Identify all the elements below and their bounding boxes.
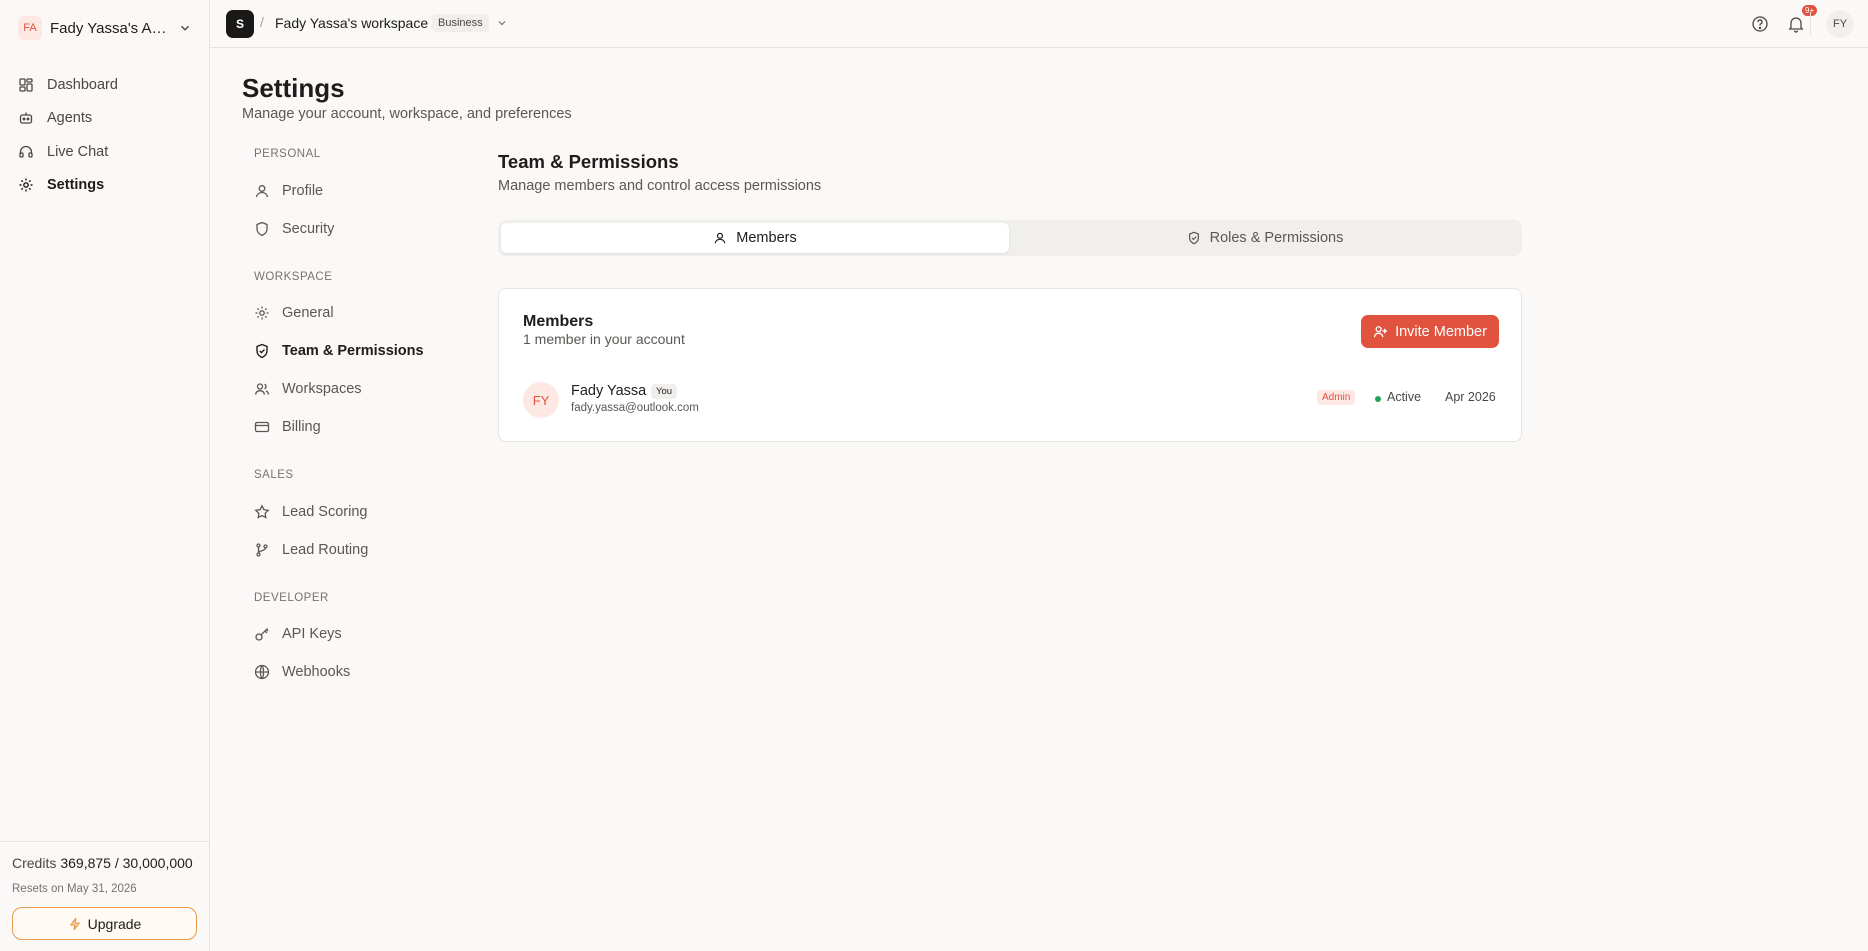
- nav-item-dashboard[interactable]: Dashboard: [12, 68, 198, 102]
- settings-nav-team-permissions[interactable]: Team & Permissions: [254, 339, 444, 363]
- settings-nav-heading-sales: SALES: [254, 469, 294, 481]
- workspace-name[interactable]: Fady Yassa's workspace: [275, 15, 428, 31]
- tab-label: Roles & Permissions: [1209, 230, 1344, 246]
- credits-reset-date: Resets on May 31, 2026: [12, 883, 137, 895]
- settings-nav-heading-workspace: WORKSPACE: [254, 271, 333, 283]
- member-email: fady.yassa@outlook.com: [571, 402, 699, 414]
- user-icon: [255, 185, 269, 198]
- settings-nav-billing[interactable]: Billing: [254, 415, 444, 439]
- nav-item-live-chat[interactable]: Live Chat: [12, 135, 198, 169]
- section-title: Team & Permissions: [498, 151, 679, 172]
- settings-nav-label: Team & Permissions: [282, 343, 424, 359]
- member-joined-date: Apr 2026: [1445, 390, 1496, 404]
- tab-roles-permissions[interactable]: Roles & Permissions: [1011, 223, 1519, 253]
- members-card: Members 1 member in your account Invite …: [498, 288, 1522, 442]
- settings-nav-label: Security: [282, 221, 335, 237]
- user-plus-icon: [1373, 326, 1388, 338]
- member-name: Fady Yassa: [571, 383, 647, 399]
- settings-nav-label: Lead Routing: [282, 542, 369, 558]
- settings-nav-label: Billing: [282, 419, 321, 435]
- status-badge: Active: [1387, 390, 1422, 404]
- nav-item-label: Live Chat: [47, 143, 109, 160]
- account-avatar: FA: [18, 16, 42, 40]
- key-icon: [255, 628, 269, 641]
- chevron-down-icon[interactable]: [496, 17, 508, 29]
- breadcrumb-separator: /: [260, 14, 264, 30]
- credit-card-icon: [254, 421, 270, 433]
- you-badge: You: [651, 384, 678, 399]
- shield-icon: [256, 221, 268, 237]
- globe-icon: [254, 664, 270, 680]
- role-badge: Admin: [1317, 390, 1356, 405]
- user-icon: [714, 232, 726, 244]
- main-nav: Dashboard Agents Live Chat Settings: [12, 68, 198, 202]
- account-switcher[interactable]: FA Fady Yassa's Acco...: [18, 15, 194, 41]
- gear-icon: [255, 306, 269, 320]
- credits-value: 369,875 / 30,000,000: [60, 855, 193, 871]
- page-title: Settings: [242, 73, 345, 103]
- member-row[interactable]: FY Fady Yassa You fady.yassa@outlook.com…: [523, 381, 1499, 419]
- topbar-divider: [1810, 12, 1811, 36]
- settings-nav-general[interactable]: General: [254, 301, 444, 325]
- workspace-logo[interactable]: S: [226, 10, 254, 38]
- upgrade-button[interactable]: Upgrade: [12, 907, 197, 940]
- dashboard-icon: [19, 78, 33, 92]
- headset-icon: [19, 145, 33, 158]
- lightning-icon: [69, 917, 80, 930]
- shield-check-icon: [1188, 231, 1199, 245]
- invite-member-label: Invite Member: [1395, 323, 1487, 340]
- settings-nav-label: Workspaces: [282, 381, 362, 397]
- avatar: FY: [523, 382, 559, 418]
- settings-nav-security[interactable]: Security: [254, 217, 444, 241]
- status-dot: [1375, 396, 1381, 402]
- git-branch-icon: [256, 543, 268, 557]
- shield-check-icon: [256, 343, 268, 359]
- settings-nav-label: Lead Scoring: [282, 504, 368, 520]
- settings-nav-profile[interactable]: Profile: [254, 179, 444, 203]
- settings-nav-workspaces[interactable]: Workspaces: [254, 377, 444, 401]
- page-subtitle: Manage your account, workspace, and pref…: [242, 106, 572, 122]
- account-name: Fady Yassa's Acco...: [50, 19, 174, 37]
- section-subtitle: Manage members and control access permis…: [498, 178, 822, 194]
- settings-nav-webhooks[interactable]: Webhooks: [254, 660, 444, 684]
- tab-members[interactable]: Members: [501, 223, 1009, 253]
- user-avatar[interactable]: FY: [1826, 10, 1854, 38]
- topbar: S / Fady Yassa's workspace Business 9+ F…: [210, 0, 1868, 48]
- nav-item-settings[interactable]: Settings: [12, 169, 198, 203]
- settings-nav-label: General: [282, 305, 334, 321]
- settings-nav-lead-routing[interactable]: Lead Routing: [254, 538, 444, 562]
- tab-bar: Members Roles & Permissions: [498, 220, 1522, 256]
- robot-icon: [19, 112, 33, 124]
- star-icon: [254, 504, 270, 519]
- settings-nav-lead-scoring[interactable]: Lead Scoring: [254, 500, 444, 524]
- plan-badge: Business: [432, 14, 489, 32]
- app-sidebar: FA Fady Yassa's Acco... Dashboard Agents…: [0, 0, 210, 951]
- users-icon: [254, 383, 270, 395]
- card-subtitle: 1 member in your account: [523, 331, 685, 347]
- tab-label: Members: [736, 230, 797, 246]
- nav-item-agents[interactable]: Agents: [12, 102, 198, 136]
- credits-line: Credits 369,875 / 30,000,000: [12, 855, 193, 871]
- bell-icon[interactable]: [1786, 14, 1806, 34]
- settings-nav-label: Webhooks: [282, 664, 351, 680]
- invite-member-button[interactable]: Invite Member: [1361, 315, 1499, 348]
- credits-label: Credits: [12, 855, 57, 871]
- credits-panel: Credits 369,875 / 30,000,000 Resets on Ma…: [0, 841, 209, 951]
- nav-item-label: Agents: [47, 110, 93, 127]
- settings-nav-label: API Keys: [282, 626, 342, 642]
- nav-item-label: Dashboard: [47, 76, 118, 93]
- settings-nav-heading-developer: DEVELOPER: [254, 592, 329, 604]
- upgrade-label: Upgrade: [87, 915, 142, 932]
- settings-nav-label: Profile: [282, 183, 324, 199]
- card-title: Members: [523, 313, 594, 330]
- gear-icon: [19, 178, 33, 192]
- nav-item-label: Settings: [47, 177, 105, 194]
- settings-nav-heading-personal: PERSONAL: [254, 148, 321, 160]
- chevron-down-icon: [181, 25, 189, 31]
- settings-nav-api-keys[interactable]: API Keys: [254, 622, 444, 646]
- help-icon[interactable]: [1750, 14, 1770, 34]
